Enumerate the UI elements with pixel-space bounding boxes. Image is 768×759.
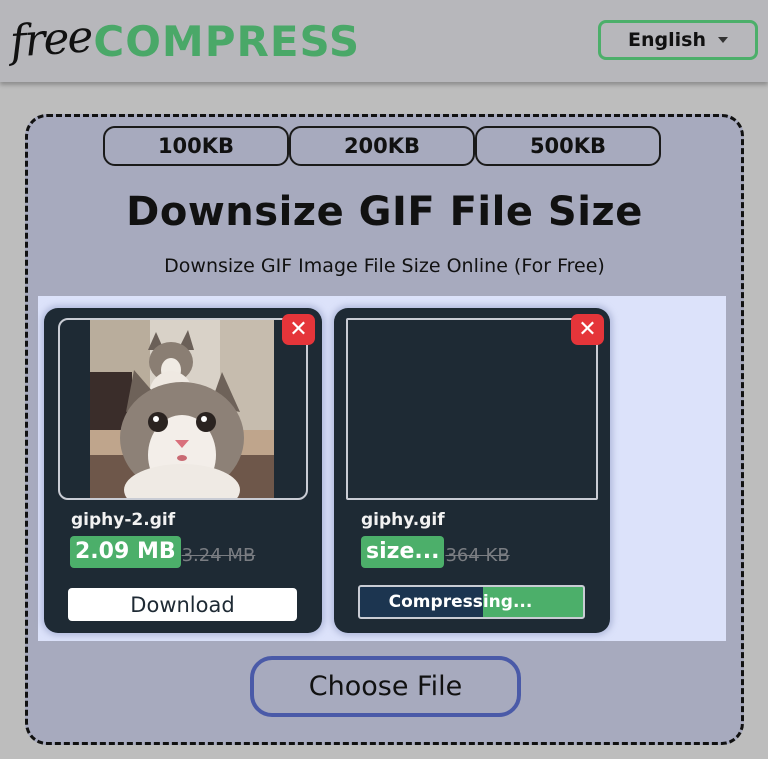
logo[interactable]: free COMPRESS [8, 6, 361, 68]
close-icon: ✕ [578, 317, 597, 342]
preset-500kb-button[interactable]: 500KB [475, 126, 661, 166]
download-button[interactable]: Download [68, 588, 297, 621]
remove-file-button[interactable]: ✕ [282, 314, 315, 345]
original-size: 364 KB [445, 544, 510, 566]
cat-image [90, 320, 274, 498]
language-selected-label: English [628, 29, 706, 51]
original-size: 3.24 MB [181, 544, 256, 566]
file-name: giphy.gif [361, 510, 445, 530]
file-card: ✕ giphy.gif size... 364 KB Compressing..… [334, 308, 610, 633]
compressed-size-badge: size... [361, 536, 445, 568]
page-title: Downsize GIF File Size [126, 189, 643, 235]
upload-panel: 100KB 200KB 500KB Downsize GIF File Size… [25, 114, 744, 745]
compress-progress-bar: Compressing... [358, 585, 585, 619]
file-sizes: 2.09 MB 3.24 MB [70, 536, 255, 568]
page-subtitle: Downsize GIF Image File Size Online (For… [164, 255, 605, 277]
language-select[interactable]: English [598, 20, 758, 60]
logo-free-text: free [8, 11, 94, 68]
preset-200kb-button[interactable]: 200KB [289, 126, 475, 166]
file-sizes: size... 364 KB [361, 536, 510, 568]
file-preview [58, 318, 308, 500]
progress-label: Compressing... [388, 592, 533, 612]
compressed-size-badge: 2.09 MB [70, 536, 181, 568]
preset-100kb-button[interactable]: 100KB [103, 126, 289, 166]
file-card: ✕ giphy-2.gif 2.09 MB 3.24 MB Download [44, 308, 322, 633]
caret-down-icon [717, 37, 728, 43]
header: free COMPRESS English [0, 0, 768, 82]
close-icon: ✕ [289, 317, 308, 342]
logo-compress-text: COMPRESS [93, 17, 361, 66]
file-list: ✕ giphy-2.gif 2.09 MB 3.24 MB Download ✕… [38, 296, 726, 641]
file-preview [346, 318, 598, 500]
size-presets: 100KB 200KB 500KB [103, 126, 661, 166]
remove-file-button[interactable]: ✕ [571, 314, 604, 345]
choose-file-button[interactable]: Choose File [250, 656, 521, 717]
file-name: giphy-2.gif [71, 510, 176, 530]
